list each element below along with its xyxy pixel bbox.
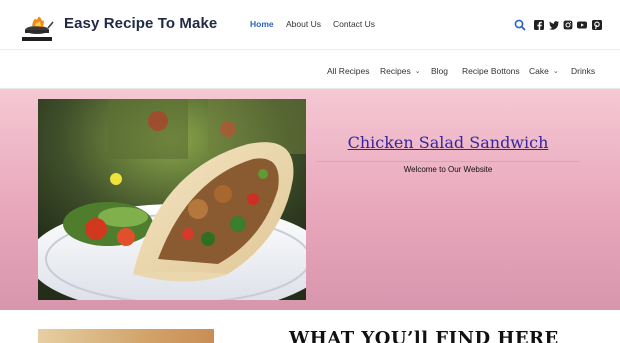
hero-image[interactable] — [38, 99, 306, 300]
nav-recipe-bottons-label: Recipe Bottons — [462, 66, 520, 76]
hero-subtitle: Welcome to Our Website — [403, 165, 493, 174]
nav-all-recipes[interactable]: All Recipes — [327, 66, 370, 76]
chevron-down-icon: ⌄ — [552, 68, 559, 75]
divider — [316, 161, 580, 162]
nav-contact-us[interactable]: Contact Us — [333, 19, 375, 29]
youtube-icon[interactable] — [577, 20, 587, 30]
nav-about-us[interactable]: About Us — [286, 19, 321, 29]
nav-blog-label: Blog — [431, 66, 449, 76]
nav-recipes-label: Recipes — [380, 66, 411, 76]
content-section: WHAT YOU’ll FIND HERE — [0, 310, 620, 343]
twitter-icon[interactable] — [549, 20, 559, 30]
nav-blog[interactable]: Blog — [431, 66, 448, 76]
nav-cake-label: Cake — [529, 66, 549, 76]
site-title[interactable]: Easy Recipe To Make — [64, 15, 217, 32]
hero-title-link[interactable]: Chicken Salad Sandwich — [318, 133, 578, 152]
instagram-icon[interactable] — [563, 20, 573, 30]
nav-recipes[interactable]: Recipes ⌄ — [380, 66, 421, 76]
site-header: Easy Recipe To Make Home About Us Contac… — [0, 0, 620, 50]
section-heading: WHAT YOU’ll FIND HERE — [289, 328, 559, 343]
nav-drinks[interactable]: Drinks — [571, 66, 595, 76]
pinterest-icon[interactable] — [592, 20, 602, 30]
facebook-icon[interactable] — [534, 20, 544, 30]
nav-drinks-label: Drinks — [571, 66, 596, 76]
search-icon[interactable] — [514, 19, 526, 31]
nav-all-recipes-label: All Recipes — [327, 66, 370, 76]
nav-recipe-bottons[interactable]: Recipe Bottons — [462, 66, 520, 76]
nav-home[interactable]: Home — [250, 19, 274, 29]
nav-cake[interactable]: Cake ⌄ — [529, 66, 559, 76]
logo-icon[interactable] — [20, 8, 54, 44]
chevron-down-icon: ⌄ — [414, 68, 421, 75]
secondary-nav: All Recipes Recipes ⌄ Blog Recipe Bottons… — [0, 51, 620, 89]
section-image — [38, 329, 214, 343]
hero-section: Chicken Salad Sandwich Welcome to Our We… — [0, 89, 620, 310]
